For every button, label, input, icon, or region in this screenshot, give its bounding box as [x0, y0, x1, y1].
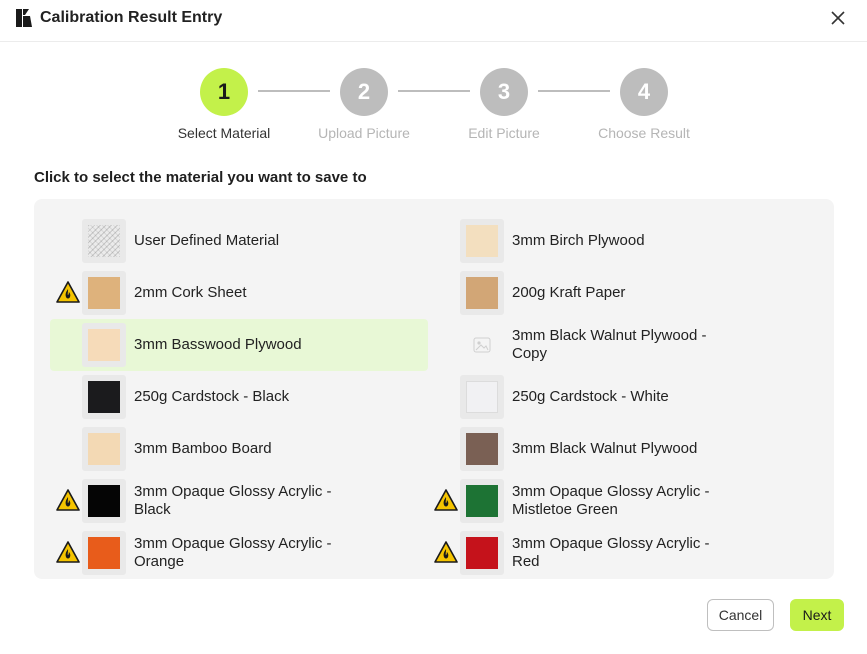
material-swatch: [88, 225, 120, 257]
material-thumbnail: [460, 427, 504, 471]
laser-hazard-warning-icon: [56, 489, 80, 511]
step-2-label: Upload Picture: [318, 125, 410, 141]
step-connector: [398, 90, 470, 92]
material-swatch: [88, 537, 120, 569]
material-thumbnail: [82, 531, 126, 575]
material-thumbnail: [82, 427, 126, 471]
image-placeholder-icon: [473, 337, 491, 353]
material-thumbnail: [82, 375, 126, 419]
material-name: 3mm Basswood Plywood: [134, 336, 302, 353]
next-button[interactable]: Next: [790, 599, 844, 631]
material-thumbnail: [82, 271, 126, 315]
step-4-circle: 4: [620, 68, 668, 116]
app-logo-icon: [16, 9, 32, 27]
dialog-title: Calibration Result Entry: [40, 9, 223, 26]
material-item[interactable]: 3mm Basswood Plywood: [50, 319, 428, 371]
material-swatch: [466, 329, 498, 361]
material-item[interactable]: 3mm Opaque Glossy Acrylic - Red: [428, 527, 788, 579]
laser-hazard-warning-icon: [56, 281, 80, 303]
material-swatch: [88, 329, 120, 361]
step-3-label: Edit Picture: [468, 125, 540, 141]
step-1-label: Select Material: [177, 125, 271, 141]
material-thumbnail: [460, 219, 504, 263]
material-item[interactable]: User Defined Material: [50, 215, 428, 267]
material-thumbnail: [82, 479, 126, 523]
material-name: 3mm Opaque Glossy Acrylic - Mistletoe Gr…: [512, 483, 710, 518]
step-connector: [538, 90, 610, 92]
material-name: 3mm Black Walnut Plywood: [512, 440, 698, 457]
step-1-circle: 1: [200, 68, 248, 116]
step-connector: [258, 90, 330, 92]
material-swatch: [88, 433, 120, 465]
material-item[interactable]: 3mm Opaque Glossy Acrylic - Mistletoe Gr…: [428, 475, 788, 527]
close-icon[interactable]: [829, 9, 847, 27]
material-name: 2mm Cork Sheet: [134, 284, 247, 301]
material-item[interactable]: 3mm Black Walnut Plywood: [428, 423, 788, 475]
material-name: 3mm Birch Plywood: [512, 232, 645, 249]
material-name: 3mm Black Walnut Plywood - Copy: [512, 327, 707, 362]
material-swatch: [88, 277, 120, 309]
material-name: 250g Cardstock - White: [512, 388, 669, 405]
material-thumbnail: [82, 219, 126, 263]
material-name: 3mm Bamboo Board: [134, 440, 272, 457]
material-item[interactable]: 3mm Bamboo Board: [50, 423, 428, 475]
laser-hazard-warning-icon: [56, 541, 80, 563]
material-thumbnail: [460, 271, 504, 315]
material-list: User Defined Material 3mm Birch Plywood 2m…: [34, 199, 834, 579]
material-name: 3mm Opaque Glossy Acrylic - Red: [512, 535, 710, 570]
cancel-button[interactable]: Cancel: [707, 599, 774, 631]
material-item[interactable]: 3mm Black Walnut Plywood - Copy: [428, 319, 788, 371]
title-bar: Calibration Result Entry: [0, 0, 867, 42]
material-thumbnail: [460, 531, 504, 575]
material-item[interactable]: 3mm Birch Plywood: [428, 215, 788, 267]
material-name: 3mm Opaque Glossy Acrylic - Black: [134, 483, 332, 518]
material-item[interactable]: 3mm Opaque Glossy Acrylic - Orange: [50, 527, 428, 579]
step-2-circle: 2: [340, 68, 388, 116]
material-swatch: [466, 381, 498, 413]
material-swatch: [88, 381, 120, 413]
laser-hazard-warning-icon: [434, 489, 458, 511]
material-swatch: [466, 433, 498, 465]
material-name: 200g Kraft Paper: [512, 284, 626, 301]
material-thumbnail: [460, 375, 504, 419]
material-name: User Defined Material: [134, 232, 280, 249]
material-swatch: [466, 277, 498, 309]
laser-hazard-warning-icon: [434, 541, 458, 563]
material-name: 3mm Opaque Glossy Acrylic - Orange: [134, 535, 332, 570]
material-item[interactable]: 250g Cardstock - White: [428, 371, 788, 423]
material-prompt: Click to select the material you want to…: [34, 169, 367, 186]
step-indicator: 1 2 3 4 Select Material Upload Picture E…: [0, 66, 867, 146]
material-item[interactable]: 200g Kraft Paper: [428, 267, 788, 319]
step-3-circle: 3: [480, 68, 528, 116]
material-name: 250g Cardstock - Black: [134, 388, 290, 405]
material-item[interactable]: 3mm Opaque Glossy Acrylic - Black: [50, 475, 428, 527]
material-thumbnail: [460, 323, 504, 367]
material-swatch: [466, 225, 498, 257]
material-item[interactable]: 2mm Cork Sheet: [50, 267, 428, 319]
material-swatch: [466, 485, 498, 517]
material-thumbnail: [460, 479, 504, 523]
material-swatch: [88, 485, 120, 517]
step-4-label: Choose Result: [598, 125, 690, 141]
material-swatch: [466, 537, 498, 569]
material-thumbnail: [82, 323, 126, 367]
material-item[interactable]: 250g Cardstock - Black: [50, 371, 428, 423]
